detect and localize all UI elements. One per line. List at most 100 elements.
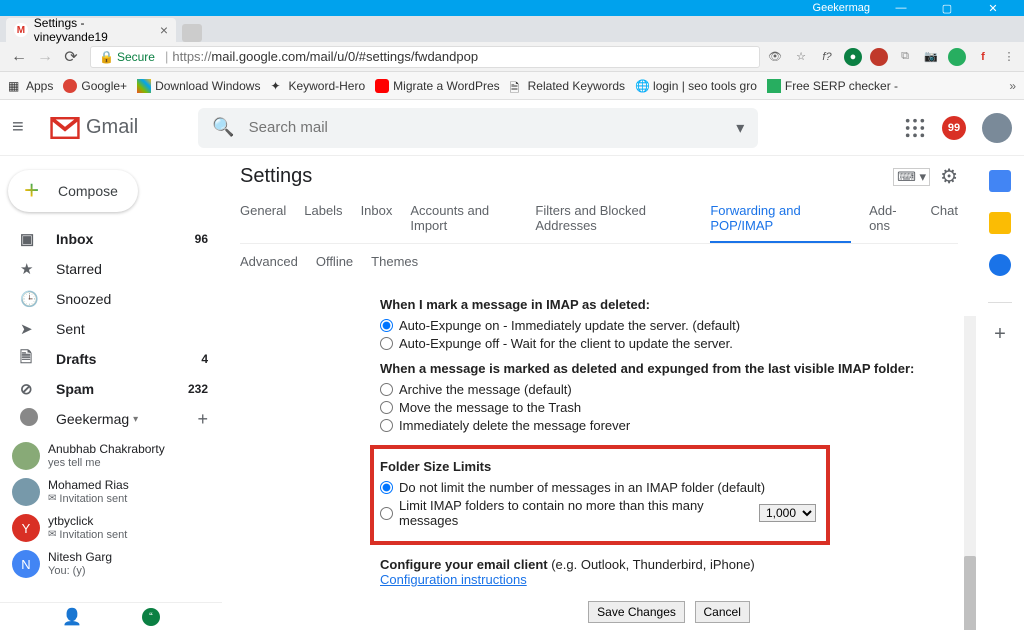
page-icon: 🗎: [510, 79, 524, 93]
search-input[interactable]: [249, 119, 737, 136]
chat-item[interactable]: Mohamed Rias✉Invitation sent: [0, 474, 222, 510]
ext-green-icon[interactable]: ●: [844, 48, 862, 66]
search-icon: 🔍: [212, 117, 234, 138]
sidebar: Compose ▣Inbox96 ★Starred 🕒Snoozed ➤Sent…: [0, 156, 222, 630]
bookmark-keywordhero[interactable]: ✦Keyword-Hero: [270, 79, 365, 93]
bookmark-migrate[interactable]: Migrate a WordPres: [375, 79, 499, 93]
envelope-icon: ✉: [48, 529, 56, 541]
radio-autoexpunge-on[interactable]: [380, 319, 393, 332]
apps-grid-icon[interactable]: [904, 117, 926, 139]
account-avatar[interactable]: [982, 113, 1012, 143]
sidebar-item-drafts[interactable]: 🗎Drafts4: [0, 344, 222, 374]
bookmark-seo[interactable]: 🌐login | seo tools gro: [635, 79, 757, 93]
tab-themes[interactable]: Themes: [371, 248, 418, 277]
tab-filters[interactable]: Filters and Blocked Addresses: [535, 197, 692, 243]
settings-tabs: General Labels Inbox Accounts and Import…: [240, 197, 958, 244]
main-menu-icon[interactable]: ≡: [12, 116, 36, 139]
chat-item[interactable]: Yytbyclick✉Invitation sent: [0, 510, 222, 546]
sidebar-item-starred[interactable]: ★Starred: [0, 254, 222, 284]
radio-delete-forever[interactable]: [380, 419, 393, 432]
chevron-down-icon: ▾: [133, 414, 138, 425]
tab-labels[interactable]: Labels: [304, 197, 342, 243]
add-chat-button[interactable]: +: [197, 409, 208, 430]
address-bar[interactable]: 🔒 Secure | https://mail.google.com/mail/…: [90, 46, 760, 68]
tab-addons[interactable]: Add-ons: [869, 197, 912, 243]
f-question-icon[interactable]: f?: [818, 48, 836, 66]
hangouts-footer: 👤 “: [0, 602, 222, 630]
add-addon-icon[interactable]: +: [994, 323, 1006, 346]
gmail-header: ≡ Gmail 🔍 ▾ 99: [0, 100, 1024, 156]
bookmark-apps[interactable]: ▦Apps: [8, 79, 53, 93]
search-options-icon[interactable]: ▾: [736, 118, 744, 138]
hangouts-section[interactable]: Geekermag▾ +: [0, 404, 222, 434]
menu-dots-icon[interactable]: ⋮: [1000, 48, 1018, 66]
chat-item[interactable]: NNitesh GargYou: (y): [0, 546, 222, 582]
ext-serp-icon[interactable]: [948, 48, 966, 66]
tab-inbox[interactable]: Inbox: [361, 197, 393, 243]
chat-item[interactable]: Anubhab Chakrabortyyes tell me: [0, 438, 222, 474]
bookmark-googleplus[interactable]: Google+: [63, 79, 127, 93]
bookmark-serp[interactable]: Free SERP checker -: [767, 79, 898, 93]
window-app-title: Geekermag: [813, 2, 870, 14]
spam-icon: ⊘: [20, 380, 40, 398]
ext-camera-icon[interactable]: 📷: [922, 48, 940, 66]
tab-advanced[interactable]: Advanced: [240, 248, 298, 277]
calendar-icon[interactable]: [989, 170, 1011, 192]
tab-forwarding[interactable]: Forwarding and POP/IMAP: [710, 197, 851, 243]
scrollbar-thumb[interactable]: [964, 556, 976, 630]
radio-limit[interactable]: [380, 507, 393, 520]
envelope-icon: ✉: [48, 493, 56, 505]
cancel-button[interactable]: Cancel: [695, 601, 750, 623]
sidebar-item-spam[interactable]: ⊘Spam232: [0, 374, 222, 404]
gear-icon[interactable]: ⚙: [940, 164, 958, 189]
radio-no-limit[interactable]: [380, 481, 393, 494]
tab-title: Settings - vineyvande19: [34, 16, 160, 44]
sidebar-item-sent[interactable]: ➤Sent: [0, 314, 222, 344]
tab-general[interactable]: General: [240, 197, 286, 243]
contacts-tab-icon[interactable]: 👤: [62, 607, 82, 627]
save-button[interactable]: Save Changes: [588, 601, 685, 623]
radio-trash[interactable]: [380, 401, 393, 414]
tab-accounts[interactable]: Accounts and Import: [410, 197, 517, 243]
browser-toolbar: ← → ⟳ 🔒 Secure | https://mail.google.com…: [0, 42, 1024, 72]
configuration-link[interactable]: Configuration instructions: [380, 572, 527, 587]
bookmark-downloadwin[interactable]: Download Windows: [137, 79, 260, 93]
kh-icon: ✦: [270, 79, 284, 93]
compose-button[interactable]: Compose: [8, 170, 138, 212]
star-icon[interactable]: ☆: [792, 48, 810, 66]
ext-copy-icon[interactable]: ⧉: [896, 48, 914, 66]
chat-list: Anubhab Chakrabortyyes tell me Mohamed R…: [0, 438, 222, 582]
star-icon: ★: [20, 260, 40, 278]
input-tools-icon[interactable]: ⌨ ▾: [893, 168, 930, 186]
hangouts-tab-icon[interactable]: “: [142, 608, 160, 626]
ext-hero-icon[interactable]: [870, 48, 888, 66]
eye-icon[interactable]: 👁: [766, 48, 784, 66]
clock-icon: 🕒: [20, 290, 40, 308]
browser-tab[interactable]: M Settings - vineyvande19 ×: [6, 18, 176, 42]
window-maximize[interactable]: ▢: [932, 2, 962, 15]
radio-autoexpunge-off[interactable]: [380, 337, 393, 350]
sidebar-item-snoozed[interactable]: 🕒Snoozed: [0, 284, 222, 314]
tasks-icon[interactable]: [989, 254, 1011, 276]
sidebar-item-inbox[interactable]: ▣Inbox96: [0, 224, 222, 254]
apps-icon: ▦: [8, 79, 22, 93]
gmail-logo[interactable]: Gmail: [50, 116, 138, 139]
tab-close-icon[interactable]: ×: [160, 22, 168, 38]
tab-chat[interactable]: Chat: [931, 197, 958, 243]
bookmarks-overflow[interactable]: »: [1009, 79, 1016, 93]
radio-archive[interactable]: [380, 383, 393, 396]
tab-offline[interactable]: Offline: [316, 248, 353, 277]
limit-select[interactable]: 1,000: [759, 504, 816, 522]
ext-fb-icon[interactable]: f: [974, 48, 992, 66]
reload-button[interactable]: ⟳: [58, 44, 84, 70]
keep-icon[interactable]: [989, 212, 1011, 234]
window-close[interactable]: ✕: [978, 2, 1008, 15]
window-minimize[interactable]: —: [886, 2, 916, 14]
back-button[interactable]: ←: [6, 44, 32, 70]
new-tab-button[interactable]: [182, 24, 202, 42]
gplus-icon: [63, 79, 77, 93]
search-box[interactable]: 🔍 ▾: [198, 108, 758, 148]
notifications-badge[interactable]: 99: [942, 116, 966, 140]
bookmark-related[interactable]: 🗎Related Keywords: [510, 79, 625, 93]
forward-button[interactable]: →: [32, 44, 58, 70]
